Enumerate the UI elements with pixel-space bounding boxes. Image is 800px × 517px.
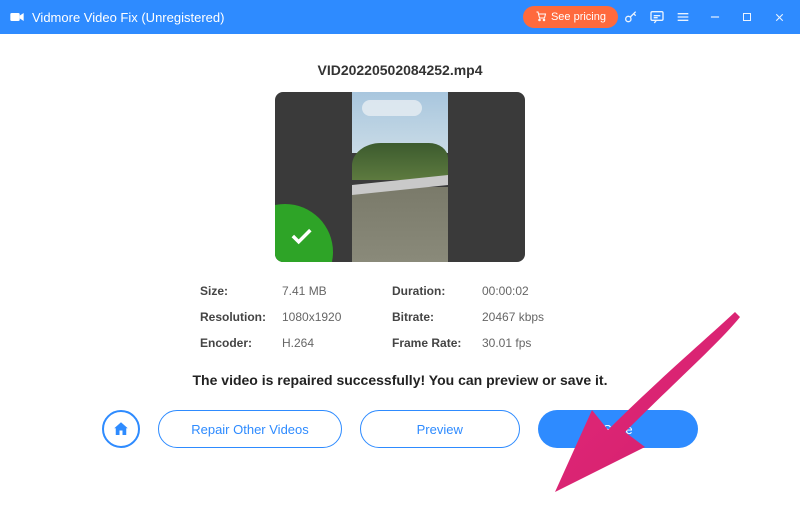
key-icon[interactable] bbox=[618, 4, 644, 30]
video-info-grid: Size: 7.41 MB Duration: 00:00:02 Resolut… bbox=[200, 284, 600, 350]
encoder-value: H.264 bbox=[282, 336, 392, 350]
window-controls bbox=[702, 4, 792, 30]
cart-icon bbox=[535, 10, 547, 25]
bitrate-label: Bitrate: bbox=[392, 310, 482, 324]
app-window: Vidmore Video Fix (Unregistered) See pri… bbox=[0, 0, 800, 517]
save-label: Save bbox=[603, 422, 633, 437]
save-button[interactable]: Save bbox=[538, 410, 698, 448]
maximize-button[interactable] bbox=[734, 4, 760, 30]
home-button[interactable] bbox=[102, 410, 140, 448]
success-badge bbox=[275, 204, 333, 262]
app-title: Vidmore Video Fix (Unregistered) bbox=[32, 10, 224, 25]
close-button[interactable] bbox=[766, 4, 792, 30]
preview-button[interactable]: Preview bbox=[360, 410, 520, 448]
encoder-label: Encoder: bbox=[200, 336, 282, 350]
repair-other-label: Repair Other Videos bbox=[191, 422, 309, 437]
size-label: Size: bbox=[200, 284, 282, 298]
size-value: 7.41 MB bbox=[282, 284, 392, 298]
bitrate-value: 20467 kbps bbox=[482, 310, 582, 324]
home-icon bbox=[112, 420, 130, 438]
success-message: The video is repaired successfully! You … bbox=[193, 372, 608, 388]
resolution-value: 1080x1920 bbox=[282, 310, 392, 324]
video-thumbnail[interactable] bbox=[275, 92, 525, 262]
see-pricing-label: See pricing bbox=[551, 11, 606, 23]
action-buttons: Repair Other Videos Preview Save bbox=[102, 410, 698, 448]
main-content: VID20220502084252.mp4 Size: 7.41 MB Dura… bbox=[0, 34, 800, 517]
duration-value: 00:00:02 bbox=[482, 284, 582, 298]
framerate-label: Frame Rate: bbox=[392, 336, 482, 350]
minimize-button[interactable] bbox=[702, 4, 728, 30]
checkmark-icon bbox=[287, 222, 315, 250]
app-logo-icon bbox=[8, 8, 26, 26]
preview-label: Preview bbox=[417, 422, 463, 437]
thumbnail-image bbox=[352, 92, 448, 262]
duration-label: Duration: bbox=[392, 284, 482, 298]
menu-icon[interactable] bbox=[670, 4, 696, 30]
see-pricing-button[interactable]: See pricing bbox=[523, 6, 618, 28]
resolution-label: Resolution: bbox=[200, 310, 282, 324]
file-name: VID20220502084252.mp4 bbox=[317, 62, 482, 78]
feedback-icon[interactable] bbox=[644, 4, 670, 30]
framerate-value: 30.01 fps bbox=[482, 336, 582, 350]
repair-other-videos-button[interactable]: Repair Other Videos bbox=[158, 410, 342, 448]
titlebar: Vidmore Video Fix (Unregistered) See pri… bbox=[0, 0, 800, 34]
